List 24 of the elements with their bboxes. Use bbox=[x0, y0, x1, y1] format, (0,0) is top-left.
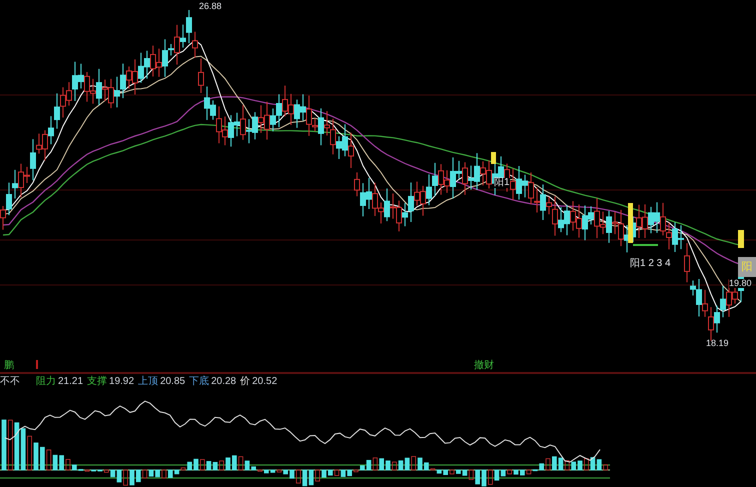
signal-candle bbox=[738, 230, 744, 248]
signal-candle bbox=[491, 152, 496, 164]
marker-label: 撤财 bbox=[474, 358, 494, 373]
marker-tick-icon bbox=[36, 360, 38, 369]
signal-candle bbox=[628, 203, 633, 243]
last-price-label: 19.80 bbox=[729, 279, 752, 288]
low-price-label: 18.19 bbox=[706, 337, 729, 350]
marker-label: 鹏 bbox=[4, 359, 14, 373]
indicator-label: 下底 bbox=[189, 374, 210, 388]
indicator-name: 不不 bbox=[0, 374, 20, 388]
high-price-label: 26.88 bbox=[199, 0, 222, 13]
indicator-label: 阻力 bbox=[36, 374, 56, 388]
signal-line bbox=[633, 244, 658, 246]
signal-box: 阳 bbox=[738, 257, 756, 277]
signal-label: 阳1 2 3 4 bbox=[630, 257, 671, 271]
signal-label: 阳1 bbox=[494, 178, 510, 188]
indicator-label: 价 bbox=[240, 374, 250, 388]
indicator-value: 20.85 bbox=[160, 374, 186, 388]
indicator-value: 20.52 bbox=[252, 374, 278, 388]
indicator-value: 20.28 bbox=[211, 374, 236, 388]
indicator-value: 19.92 bbox=[109, 374, 134, 388]
indicator-label: 上顶 bbox=[138, 374, 158, 388]
indicator-label: 支撑 bbox=[87, 374, 108, 388]
indicator-value: 21.21 bbox=[58, 374, 84, 388]
